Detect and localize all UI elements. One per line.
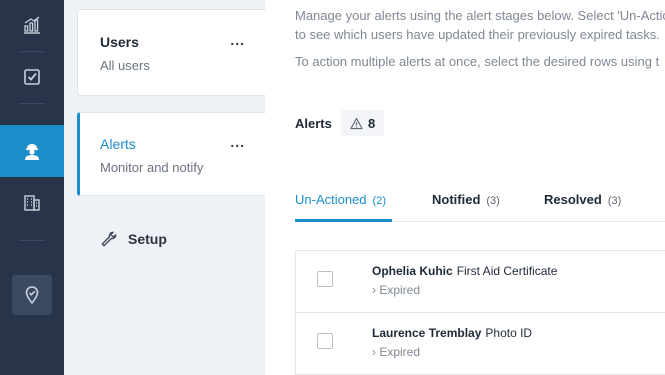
- worker-icon: [25, 144, 39, 160]
- rail-map-button[interactable]: [12, 275, 52, 315]
- document-name: First Aid Certificate: [456, 264, 558, 278]
- user-name: Ophelia Kuhic: [372, 264, 453, 278]
- checklist-icon: [24, 69, 40, 85]
- nav-card-subtitle: All users: [100, 58, 150, 73]
- nav-card-subtitle: Monitor and notify: [100, 160, 204, 175]
- table-row[interactable]: Ophelia Kuhic First Aid Certificate › Exp…: [296, 251, 665, 313]
- nav-setup-link[interactable]: Setup: [100, 230, 167, 248]
- table-row[interactable]: Laurence Tremblay Photo ID › Expired: [296, 313, 665, 375]
- tab-label: Resolved: [544, 192, 602, 207]
- row-title: Ophelia Kuhic First Aid Certificate: [372, 264, 557, 278]
- more-options-icon[interactable]: ...: [230, 134, 245, 150]
- rail-analytics-button[interactable]: [0, 0, 64, 50]
- alerts-count: 8: [368, 115, 376, 131]
- tab-label: Un-Actioned: [295, 192, 367, 207]
- tab-notified[interactable]: Notified (3): [432, 192, 500, 222]
- row-checkbox[interactable]: [317, 333, 333, 349]
- secondary-nav: Users All users ... Alerts Monitor and n…: [64, 0, 265, 375]
- row-checkbox[interactable]: [317, 271, 333, 287]
- rail-checklist-button[interactable]: [0, 52, 64, 102]
- map-pin-icon: [25, 286, 39, 305]
- document-name: Photo ID: [485, 326, 533, 340]
- tab-label: Notified: [432, 192, 481, 207]
- alerts-list: Ophelia Kuhic First Aid Certificate › Exp…: [295, 250, 665, 375]
- tab-count: (3): [607, 195, 622, 207]
- analytics-icon: [24, 16, 40, 34]
- wrench-icon: [101, 231, 117, 247]
- rail-divider: [20, 103, 44, 104]
- intro-text: Manage your alerts using the alert stage…: [295, 8, 665, 23]
- buildings-icon: [24, 195, 40, 211]
- nav-card-users[interactable]: Users All users ...: [77, 9, 265, 96]
- tab-count: (3): [486, 195, 500, 207]
- warning-icon: [350, 117, 363, 129]
- intro-text: to see which users have updated their pr…: [295, 27, 660, 42]
- tab-un-actioned[interactable]: Un-Actioned (2): [295, 192, 392, 222]
- main-content: Manage your alerts using the alert stage…: [265, 0, 665, 375]
- rail-divider: [20, 240, 44, 241]
- intro-text: To action multiple alerts at once, selec…: [295, 54, 660, 69]
- nav-setup-label: Setup: [128, 231, 167, 247]
- rail-sites-button[interactable]: [0, 177, 64, 227]
- more-options-icon[interactable]: ...: [230, 32, 245, 48]
- tab-resolved[interactable]: Resolved (3): [544, 192, 621, 222]
- alert-stage-tabs: Un-Actioned (2) Notified (3) Resolved (3): [295, 192, 665, 222]
- row-status: › Expired: [372, 345, 421, 359]
- icon-rail: [0, 0, 64, 375]
- nav-card-title: Users: [100, 34, 139, 50]
- alerts-heading: Alerts: [295, 116, 332, 131]
- row-title: Laurence Tremblay Photo ID: [372, 326, 532, 340]
- nav-card-title: Alerts: [100, 136, 136, 152]
- nav-card-alerts[interactable]: Alerts Monitor and notify ...: [77, 112, 265, 196]
- rail-workers-button[interactable]: [0, 125, 64, 177]
- tab-count: (2): [372, 195, 386, 207]
- row-status: › Expired: [372, 283, 421, 297]
- user-name: Laurence Tremblay: [372, 326, 482, 340]
- alerts-count-badge: 8: [341, 110, 385, 136]
